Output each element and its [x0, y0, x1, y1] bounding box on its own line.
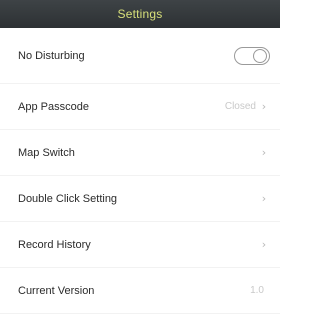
setting-label: Record History — [18, 238, 91, 251]
no-disturbing-toggle[interactable] — [234, 46, 270, 65]
setting-row-no-disturbing[interactable]: No Disturbing — [0, 28, 280, 84]
setting-row-current-version: Current Version 1.0 — [0, 268, 280, 314]
chevron-right-icon: › — [261, 100, 267, 113]
setting-row-record-history[interactable]: Record History › — [0, 222, 280, 268]
setting-label: Map Switch — [18, 146, 75, 159]
setting-label: No Disturbing — [18, 49, 85, 62]
chevron-right-icon: › — [261, 238, 267, 251]
setting-row-double-click[interactable]: Double Click Setting › — [0, 176, 280, 222]
chevron-right-icon: › — [261, 192, 267, 205]
page-title: Settings — [117, 7, 163, 21]
passcode-status: Closed — [224, 101, 256, 112]
setting-label: Current Version — [18, 284, 95, 297]
setting-row-map-switch[interactable]: Map Switch › — [0, 130, 280, 176]
header-bar: Settings — [0, 0, 280, 28]
setting-label: Double Click Setting — [18, 192, 118, 205]
version-number: 1.0 — [250, 285, 264, 296]
settings-list: No Disturbing App Passcode Closed › Map … — [0, 28, 280, 314]
chevron-right-icon: › — [261, 146, 267, 159]
toggle-knob — [253, 48, 267, 63]
setting-row-app-passcode[interactable]: App Passcode Closed › — [0, 84, 280, 130]
setting-label: App Passcode — [18, 100, 89, 113]
